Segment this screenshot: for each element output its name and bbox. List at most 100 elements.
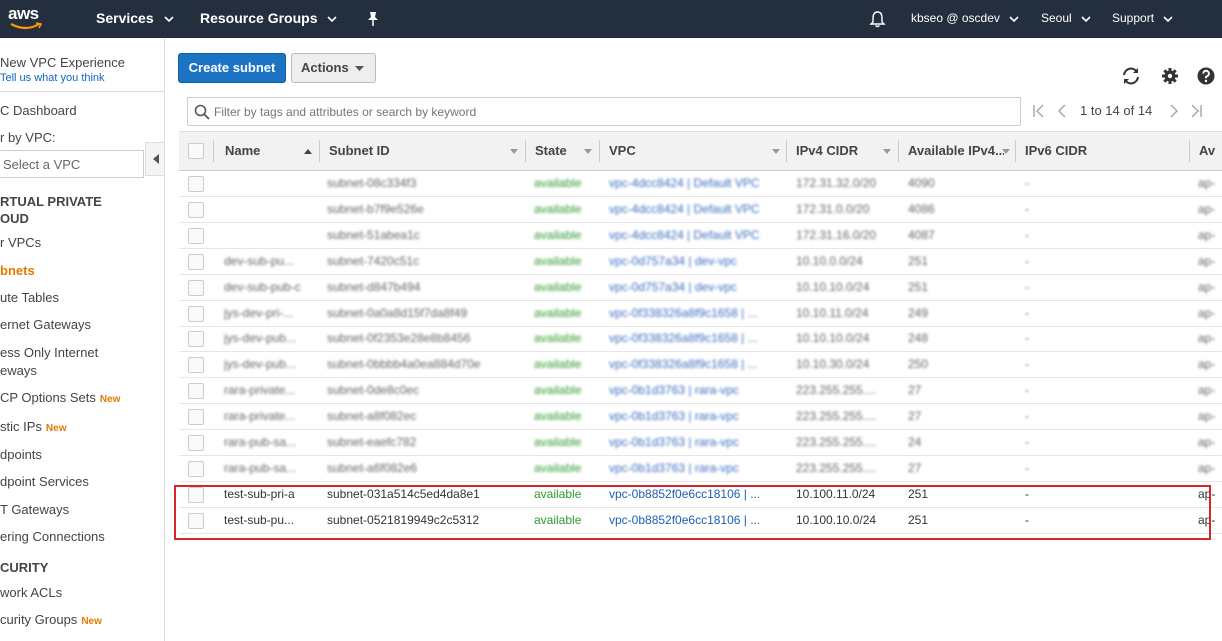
cell-subnet: subnet-0f2353e28e8b8456 [327, 331, 471, 346]
select-all-checkbox[interactable] [188, 143, 204, 159]
sort-icon[interactable] [584, 149, 592, 154]
actions-button[interactable]: Actions [291, 53, 376, 83]
row-checkbox[interactable] [188, 176, 204, 192]
row-checkbox[interactable] [188, 460, 204, 477]
sort-icon[interactable] [772, 149, 780, 154]
table-row[interactable]: test-sub-pri-a subnet-031a514c5ed4da8e1 av… [179, 482, 1222, 508]
table-row[interactable]: subnet-51abea1c available vpc-4dcc8424 | D… [179, 223, 1222, 249]
refresh-icon[interactable] [1121, 66, 1141, 86]
cell-vpc[interactable]: vpc-0b8852f0e6cc18106 | ... [609, 508, 775, 533]
row-checkbox[interactable] [188, 227, 204, 244]
region-menu[interactable]: Seoul [1041, 0, 1091, 38]
cell-vpc[interactable]: vpc-0b1d3763 | rara-vpc [609, 456, 775, 481]
table-row[interactable]: rara-private... subnet-a8f082ec available v… [179, 404, 1222, 431]
sidebar-item-route-tables[interactable]: ute Tables [0, 290, 59, 305]
table-row[interactable]: test-sub-pu... subnet-0521819949c2c5312 av… [179, 508, 1222, 534]
sort-icon[interactable] [1002, 149, 1010, 154]
bell-icon[interactable] [869, 10, 886, 28]
sidebar-item-security-groups[interactable]: curity Groups New [0, 612, 102, 627]
cell-vpc[interactable]: vpc-0f338326a8f9c1658 | ... [609, 301, 775, 326]
account-menu[interactable]: kbseo @ oscdev [911, 0, 1019, 38]
row-checkbox[interactable] [188, 305, 204, 322]
column-header-available-ipv4[interactable]: Available IPv4... [908, 132, 1004, 170]
table-row[interactable]: dev-sub-pu... subnet-7420c51c available vpc… [179, 249, 1222, 275]
cell-avail: 27 [908, 383, 922, 398]
row-checkbox[interactable] [188, 201, 204, 218]
row-checkbox[interactable] [188, 279, 204, 296]
services-menu[interactable]: Services [96, 0, 174, 38]
sort-icon[interactable] [883, 149, 891, 154]
cell-vpc[interactable]: vpc-4dcc8424 | Default VPC [609, 171, 775, 196]
cell-name: rara-private... [224, 383, 296, 398]
table-row[interactable]: rara-pub-sa... subnet-a6f082e6 available vp… [179, 456, 1222, 482]
chevron-down-icon [355, 66, 364, 71]
table-row[interactable]: subnet-08c334f3 available vpc-4dcc8424 | D… [179, 171, 1222, 197]
table-row[interactable]: jys-dev-pub... subnet-0f2353e28e8b8456 ava… [179, 326, 1222, 353]
cell-vpc[interactable]: vpc-0b1d3763 | rara-vpc [609, 430, 775, 455]
cell-ipv6: - [1025, 305, 1029, 320]
sidebar-item-internet-gateways[interactable]: ernet Gateways [0, 317, 91, 332]
support-menu[interactable]: Support [1112, 0, 1173, 38]
sidebar-item-endpoints[interactable]: dpoints [0, 447, 42, 462]
row-checkbox[interactable] [188, 331, 204, 348]
table-row[interactable]: rara-private... subnet-0de8c0ec available v… [179, 378, 1222, 405]
column-header-name[interactable]: Name [225, 132, 260, 170]
cell-vpc[interactable]: vpc-4dcc8424 | Default VPC [609, 197, 775, 222]
sidebar-item-subnets[interactable]: bnets [0, 263, 35, 278]
column-header-vpc[interactable]: VPC [609, 132, 636, 170]
table-row[interactable]: subnet-b7f9e526e available vpc-4dcc8424 | … [179, 197, 1222, 223]
sidebar-item-egress-line1[interactable]: ess Only Internet [0, 345, 98, 360]
row-checkbox[interactable] [188, 486, 204, 503]
sort-icon[interactable] [510, 149, 518, 154]
column-header-ipv4-cidr[interactable]: IPv4 CIDR [796, 132, 858, 170]
table-row[interactable]: rara-pub-sa... subnet-eaefc782 available vp… [179, 430, 1222, 456]
column-header-subnet-id[interactable]: Subnet ID [329, 132, 390, 170]
resource-groups-menu[interactable]: Resource Groups [200, 0, 337, 38]
cell-vpc[interactable]: vpc-0b8852f0e6cc18106 | ... [609, 482, 775, 507]
row-checkbox[interactable] [188, 383, 204, 400]
sidebar-item-dhcp-options[interactable]: CP Options Sets New [0, 390, 120, 405]
cell-subnet: subnet-7420c51c [327, 253, 420, 268]
feedback-link[interactable]: Tell us what you think [0, 72, 105, 84]
vpc-select[interactable]: Select a VPC [0, 150, 144, 178]
first-page-icon[interactable] [1032, 104, 1046, 118]
column-header-ipv6-cidr[interactable]: IPv6 CIDR [1025, 132, 1087, 170]
cell-vpc[interactable]: vpc-0d757a34 | dev-vpc [609, 249, 775, 274]
row-checkbox[interactable] [188, 253, 204, 270]
row-checkbox[interactable] [188, 512, 204, 529]
help-icon[interactable] [1196, 66, 1216, 86]
sidebar-item-dashboard[interactable]: C Dashboard [0, 103, 77, 118]
cell-vpc[interactable]: vpc-4dcc8424 | Default VPC [609, 223, 775, 248]
next-page-icon[interactable] [1167, 104, 1181, 118]
sidebar-item-peering[interactable]: ering Connections [0, 529, 105, 544]
cell-state: available [534, 331, 582, 346]
cell-vpc[interactable]: vpc-0f338326a8f9c1658 | ... [609, 352, 775, 377]
row-checkbox[interactable] [188, 357, 204, 374]
table-row[interactable]: dev-sub-pub-c subnet-d847b494 available vpc… [179, 275, 1222, 301]
row-checkbox[interactable] [188, 435, 204, 451]
column-header-availability-zone[interactable]: Av [1199, 132, 1215, 170]
sidebar-item-nat-gateways[interactable]: T Gateways [0, 502, 69, 517]
sort-ascending-icon[interactable] [304, 149, 312, 154]
aws-logo[interactable]: aws [8, 4, 48, 34]
collapse-sidebar-button[interactable] [145, 142, 164, 176]
cell-vpc[interactable]: vpc-0d757a34 | dev-vpc [609, 275, 775, 300]
cell-vpc[interactable]: vpc-0f338326a8f9c1658 | ... [609, 326, 775, 351]
gear-icon[interactable] [1160, 66, 1180, 86]
sidebar-item-elastic-ips[interactable]: stic IPs New [0, 419, 66, 434]
pin-icon[interactable] [366, 11, 380, 27]
sidebar-item-network-acls[interactable]: work ACLs [0, 585, 62, 600]
table-row[interactable]: jys-dev-pri-... subnet-0a0a8d15f7da8f49 av… [179, 301, 1222, 327]
search-input[interactable] [214, 102, 1014, 121]
last-page-icon[interactable] [1189, 104, 1203, 118]
sidebar-item-your-vpcs[interactable]: r VPCs [0, 235, 41, 250]
cell-vpc[interactable]: vpc-0b1d3763 | rara-vpc [609, 378, 775, 403]
row-checkbox[interactable] [188, 409, 204, 426]
create-subnet-button[interactable]: Create subnet [178, 53, 286, 83]
sidebar-item-endpoint-services[interactable]: dpoint Services [0, 474, 89, 489]
sidebar-item-egress-line2[interactable]: eways [0, 363, 37, 378]
column-header-state[interactable]: State [535, 132, 567, 170]
prev-page-icon[interactable] [1055, 104, 1069, 118]
cell-vpc[interactable]: vpc-0b1d3763 | rara-vpc [609, 404, 775, 429]
table-row[interactable]: jys-dev-pub... subnet-0bbbb4a0ea884d70e av… [179, 352, 1222, 379]
